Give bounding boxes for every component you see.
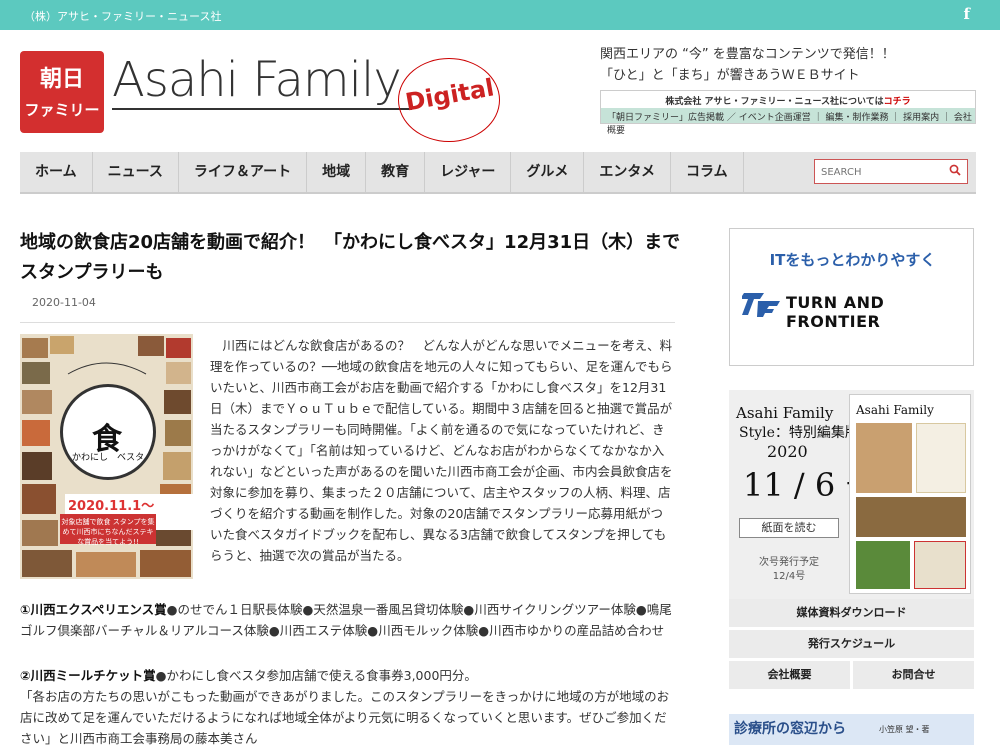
article-poster-image: 食 かわにし ベスタ 2020.11.1～12.31 対象店舗で飲食 スタンプを… bbox=[20, 334, 193, 579]
nav-gourmet[interactable]: グルメ bbox=[511, 152, 585, 192]
media-kit-download-button[interactable]: 媒体資料ダウンロード bbox=[729, 599, 974, 627]
poster-name: かわにし ベスタ bbox=[72, 453, 145, 463]
ad-tagline: ITをもっとわかりやすく bbox=[769, 251, 936, 269]
next-issue: 次号発行予定 12/4号 bbox=[739, 556, 839, 584]
prize-2-text: ●かわにし食べスタ参加店舗で使える食事券3,000円分。 bbox=[155, 668, 477, 683]
company-banner[interactable]: 株式会社 アサヒ・ファミリー・ニュース社についてはコチラ 「朝日ファミリー」広告… bbox=[600, 90, 976, 136]
search-icon[interactable] bbox=[949, 164, 961, 176]
style-cover-image[interactable]: Asahi Family bbox=[849, 394, 971, 594]
contact-button[interactable]: お問合せ bbox=[853, 661, 974, 689]
tagline-line2: 「ひと」と「まち」が響きあうＷＥＢサイト bbox=[600, 68, 860, 83]
read-paper-button[interactable]: 紙面を読む bbox=[739, 518, 839, 538]
poster-banner: 対象店舗で飲食 スタンプを集めて川西市にちなんだステキな賞品を当てよう!! bbox=[60, 514, 156, 546]
logo-digital-text: Digital bbox=[403, 73, 497, 117]
schedule-button[interactable]: 発行スケジュール bbox=[729, 630, 974, 658]
tagline-line1: 関西エリアの “今” を豊富なコンテンツで発信！！ bbox=[600, 47, 895, 62]
nav-leisure[interactable]: レジャー bbox=[425, 152, 512, 192]
search-box bbox=[814, 159, 968, 184]
nav-region[interactable]: 地域 bbox=[307, 152, 367, 192]
next-issue-label: 次号発行予定 bbox=[759, 557, 819, 568]
nav-column[interactable]: コラム bbox=[671, 152, 744, 192]
about-company-button[interactable]: 会社概要 bbox=[729, 661, 850, 689]
style-subtitle: Style：特別編集版 bbox=[739, 425, 859, 441]
style-year: 2020 bbox=[767, 442, 808, 461]
article-divider bbox=[20, 322, 675, 323]
company-banner-text: 株式会社 アサヒ・ファミリー・ニュース社については bbox=[665, 97, 884, 107]
prize-1-label: ①川西エクスペリエンス賞 bbox=[20, 602, 167, 617]
article-title: 地域の飲食店20店舗を動画で紹介！ 「かわにし食べスタ」12月31日（木）まで … bbox=[20, 232, 699, 283]
prize-2: ②川西ミールチケット賞●かわにし食べスタ参加店舗で使える食事券3,000円分。 bbox=[20, 665, 675, 686]
top-bar: （株）アサヒ・ファミリー・ニュース社 f bbox=[0, 0, 1000, 30]
asahi-family-style-box: Asahi Family Style：特別編集版 2020 11 / 6 号 紙… bbox=[729, 390, 974, 600]
clinic-author: 小笠原 望・著 bbox=[879, 725, 930, 734]
ad-company-name: TURN AND FRONTIER bbox=[786, 293, 885, 331]
nav-education[interactable]: 教育 bbox=[366, 152, 426, 192]
logo-underline bbox=[112, 108, 412, 110]
article-intro: 川西にはどんな飲食店があるの？ どんな人がどんな思いでメニューを考え、料理を作っ… bbox=[210, 338, 673, 563]
nav-home[interactable]: ホーム bbox=[20, 152, 93, 192]
nav-news[interactable]: ニュース bbox=[93, 152, 179, 192]
company-name: （株）アサヒ・ファミリー・ニュース社 bbox=[24, 10, 222, 23]
logo-digital-badge: Digital bbox=[398, 58, 500, 142]
logo-box-line2: ファミリー bbox=[24, 101, 100, 119]
company-banner-link[interactable]: コチラ bbox=[884, 97, 911, 107]
search-input[interactable] bbox=[815, 161, 935, 184]
article-date: 2020-11-04 bbox=[32, 296, 96, 309]
next-issue-date: 12/4号 bbox=[772, 571, 806, 582]
cover-title: Asahi Family bbox=[856, 403, 934, 417]
nav-life-art[interactable]: ライフ＆アート bbox=[179, 152, 308, 192]
turn-and-frontier-ad[interactable]: ITをもっとわかりやすく TURN AND FRONTIER bbox=[729, 228, 974, 366]
logo-box-line1: 朝日 bbox=[39, 67, 84, 92]
turn-and-frontier-logo-icon bbox=[742, 293, 780, 317]
logo-text[interactable]: Asahi Family bbox=[112, 52, 402, 108]
article-quote: 「各お店の方たちの思いがこもった動画ができあがりました。このスタンプラリーをきっ… bbox=[20, 689, 670, 745]
company-banner-sub: 「朝日ファミリー」広告掲載 ／ イベント企画運営 ｜ 編集・制作業務 ｜ 採用案… bbox=[601, 108, 975, 136]
facebook-icon[interactable]: f bbox=[964, 5, 970, 23]
style-title: Asahi Family bbox=[736, 404, 834, 422]
clinic-column-banner[interactable]: 診療所の窓辺から 小笠原 望・著 bbox=[729, 714, 974, 745]
nav-entertainment[interactable]: エンタメ bbox=[584, 152, 671, 192]
site-tagline: 関西エリアの “今” を豊富なコンテンツで発信！！ 「ひと」と「まち」が響きあう… bbox=[600, 44, 895, 86]
prize-2-label: ②川西ミールチケット賞 bbox=[20, 668, 156, 683]
prize-1: ①川西エクスペリエンス賞●のせでん１日駅長体験●天然温泉一番風呂貸切体験●川西サ… bbox=[20, 599, 675, 641]
asahi-family-logo-box[interactable]: 朝日 ファミリー bbox=[20, 51, 104, 133]
clinic-title: 診療所の窓辺から bbox=[734, 721, 846, 737]
company-banner-main: 株式会社 アサヒ・ファミリー・ニュース社についてはコチラ bbox=[601, 91, 975, 108]
